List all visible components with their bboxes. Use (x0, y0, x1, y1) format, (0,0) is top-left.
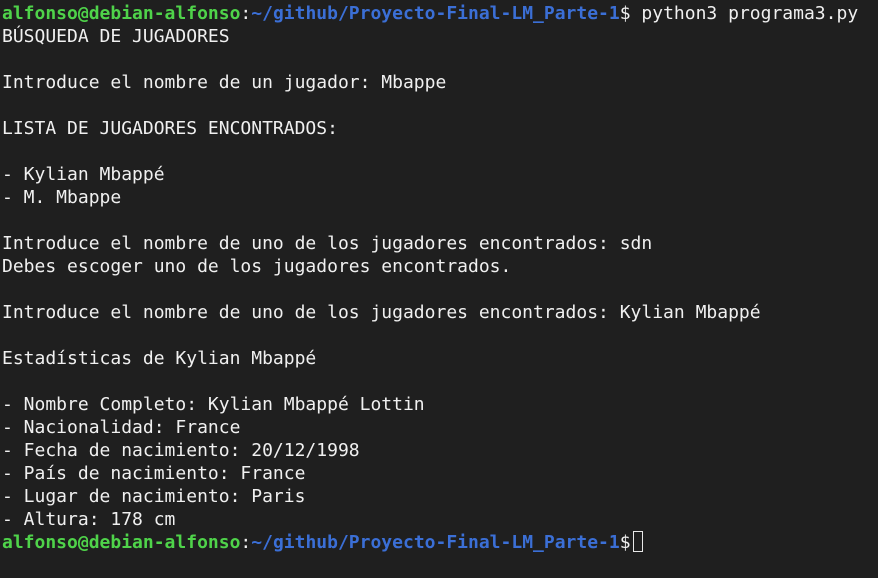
choose-prompt: Introduce el nombre de uno de los jugado… (2, 302, 761, 323)
result-item: - M. Mbappe (2, 187, 122, 208)
stat-item: - Lugar de nacimiento: Paris (2, 486, 306, 507)
output-header: BÚSQUEDA DE JUGADORES (2, 26, 230, 47)
command-line: alfonso@debian-alfonso:~/github/Proyecto… (0, 2, 878, 25)
stat-item: - Nombre Completo: Kylian Mbappé Lottin (2, 394, 425, 415)
command-text: python3 programa3.py (630, 3, 859, 24)
query-prompt: Introduce el nombre de un jugador: Mbapp… (2, 72, 447, 93)
stat-item: - Altura: 178 cm (2, 509, 176, 530)
prompt-path: ~/github/Proyecto-Final-LM_Parte-1 (251, 3, 620, 24)
active-prompt-line[interactable]: alfonso@debian-alfonso:~/github/Proyecto… (0, 531, 878, 554)
result-item: - Kylian Mbappé (2, 164, 165, 185)
choose-prompt: Introduce el nombre de uno de los jugado… (2, 233, 653, 254)
stats-header: Estadísticas de Kylian Mbappé (2, 348, 317, 369)
prompt-separator: : (240, 3, 252, 24)
prompt-symbol: $ (619, 3, 631, 24)
stat-item: - Fecha de nacimiento: 20/12/1998 (2, 440, 360, 461)
stat-item: - País de nacimiento: France (2, 463, 306, 484)
error-message: Debes escoger uno de los jugadores encon… (2, 256, 512, 277)
prompt-user-host: alfonso@debian-alfonso (2, 3, 241, 24)
prompt-user-host: alfonso@debian-alfonso (2, 532, 241, 553)
terminal-window[interactable]: alfonso@debian-alfonso:~/github/Proyecto… (0, 0, 878, 578)
stat-item: - Nacionalidad: France (2, 417, 241, 438)
text-cursor[interactable] (632, 531, 643, 552)
prompt-separator: : (240, 532, 252, 553)
prompt-symbol: $ (619, 532, 631, 553)
list-header: LISTA DE JUGADORES ENCONTRADOS: (2, 118, 338, 139)
prompt-path: ~/github/Proyecto-Final-LM_Parte-1 (251, 532, 620, 553)
